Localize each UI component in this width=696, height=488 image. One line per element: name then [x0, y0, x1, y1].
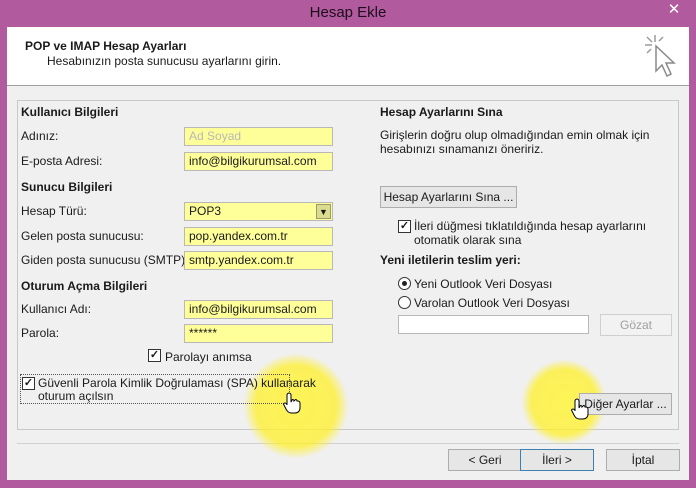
hand-cursor-icon — [283, 392, 301, 414]
incoming-server-field[interactable]: pop.yandex.com.tr — [184, 227, 333, 246]
existing-data-file-label[interactable]: Varolan Outlook Veri Dosyası — [414, 296, 570, 310]
wizard-cursor-icon — [645, 35, 676, 78]
new-data-file-radio[interactable] — [398, 277, 411, 290]
test-description-line2: hesabınızı sınamanızı öneririz. — [380, 142, 544, 156]
hand-cursor-icon — [571, 398, 589, 420]
email-field[interactable]: info@bilgikurumsal.com — [184, 152, 333, 171]
new-data-file-label[interactable]: Yeni Outlook Veri Dosyası — [414, 277, 552, 291]
dropdown-arrow-icon[interactable]: ▼ — [316, 204, 331, 219]
header-subtitle: Hesabınızın posta sunucusu ayarlarını gi… — [47, 54, 282, 68]
auto-test-checkbox[interactable]: ✓ — [398, 220, 411, 233]
checkmark-icon: ✓ — [149, 349, 160, 361]
outgoing-server-label: Giden posta sunucusu (SMTP): — [21, 253, 189, 267]
dialog-header: POP ve IMAP Hesap Ayarları Hesabınızın p… — [7, 27, 689, 86]
checkmark-icon: ✓ — [399, 220, 410, 232]
back-button[interactable]: < Geri — [448, 449, 522, 471]
cancel-button[interactable]: İptal — [606, 449, 680, 471]
incoming-server-label: Gelen posta sunucusu: — [21, 229, 144, 243]
delivery-section-label: Yeni iletilerin teslim yeri: — [380, 253, 521, 267]
auto-test-label-line2[interactable]: otomatik olarak sına — [414, 233, 521, 247]
close-icon[interactable]: ✕ — [668, 1, 681, 18]
email-label: E-posta Adresi: — [21, 154, 103, 168]
header-title: POP ve IMAP Hesap Ayarları — [25, 39, 187, 53]
existing-data-file-radio[interactable] — [398, 296, 411, 309]
username-field[interactable]: info@bilgikurumsal.com — [184, 300, 333, 319]
footer-divider — [17, 443, 679, 444]
test-description-line1: Girişlerin doğru olup olmadığından emin … — [380, 128, 650, 142]
next-button[interactable]: İleri > — [520, 449, 594, 471]
remember-password-checkbox[interactable]: ✓ — [148, 349, 161, 362]
name-field[interactable]: Ad Soyad — [184, 127, 333, 146]
auto-test-label-line1[interactable]: İleri düğmesi tıklatıldığında hesap ayar… — [414, 219, 646, 233]
account-type-select[interactable]: POP3 ▼ — [184, 202, 333, 221]
username-label: Kullanıcı Adı: — [21, 302, 92, 316]
checkmark-icon: ✓ — [23, 377, 34, 389]
spa-label-line1[interactable]: Güvenli Parola Kimlik Doğrulaması (SPA) … — [38, 376, 316, 390]
title-bar: Hesap Ekle ✕ — [0, 0, 696, 27]
test-settings-section-label: Hesap Ayarlarını Sına — [380, 105, 503, 119]
outgoing-server-field[interactable]: smtp.yandex.com.tr — [184, 251, 333, 270]
password-field[interactable]: ****** — [184, 324, 333, 343]
browse-button[interactable]: Gözat — [600, 314, 672, 336]
window-title: Hesap Ekle — [309, 4, 387, 21]
data-file-path-field[interactable] — [398, 315, 589, 334]
remember-password-label[interactable]: Parolayı anımsa — [165, 350, 252, 364]
spa-checkbox[interactable]: ✓ — [22, 377, 35, 390]
server-info-section-label: Sunucu Bilgileri — [21, 180, 113, 194]
account-type-label: Hesap Türü: — [21, 204, 87, 218]
user-info-section-label: Kullanıcı Bilgileri — [21, 105, 119, 119]
name-label: Adınız: — [21, 129, 59, 143]
more-settings-button[interactable]: Diğer Ayarlar ... — [579, 393, 672, 415]
spa-label-line2[interactable]: oturum açılsın — [38, 389, 113, 403]
close-button[interactable]: ✕ — [660, 0, 688, 20]
password-label: Parola: — [21, 326, 60, 340]
logon-info-section-label: Oturum Açma Bilgileri — [21, 279, 148, 293]
account-type-value: POP3 — [189, 204, 222, 218]
test-account-settings-button[interactable]: Hesap Ayarlarını Sına ... — [380, 186, 517, 208]
name-placeholder: Ad Soyad — [189, 129, 242, 143]
